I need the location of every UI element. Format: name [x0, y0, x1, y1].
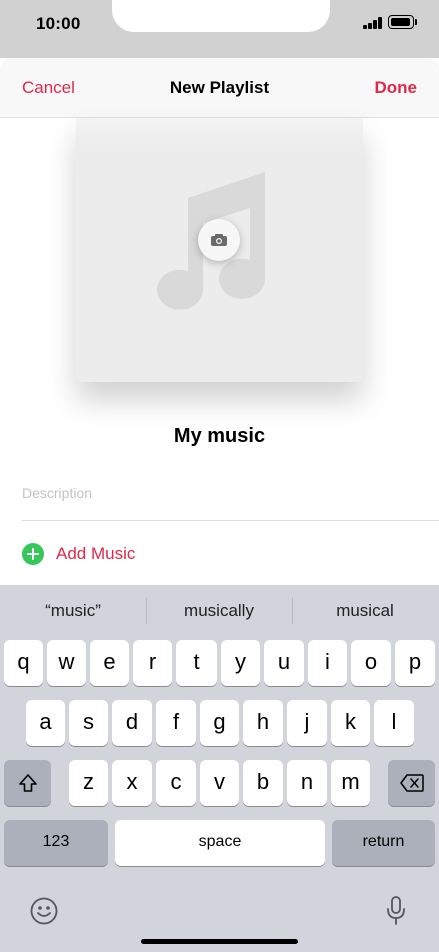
- key-i[interactable]: i: [308, 640, 347, 686]
- key-q[interactable]: q: [4, 640, 43, 686]
- key-p[interactable]: p: [395, 640, 435, 686]
- suggestion-2[interactable]: musically: [146, 601, 292, 621]
- key-w[interactable]: w: [47, 640, 86, 686]
- keyboard: “music” musically musical q w e r t y u …: [0, 585, 439, 952]
- suggestion-bar: “music” musically musical: [0, 585, 439, 637]
- key-m[interactable]: m: [331, 760, 370, 806]
- status-time: 10:00: [36, 14, 81, 33]
- done-button[interactable]: Done: [375, 78, 418, 98]
- emoji-icon[interactable]: [30, 897, 58, 925]
- key-y[interactable]: y: [221, 640, 260, 686]
- key-c[interactable]: c: [156, 760, 196, 806]
- key-x[interactable]: x: [112, 760, 152, 806]
- status-bar: 10:00: [0, 0, 439, 58]
- battery-cap: [415, 19, 417, 25]
- key-o[interactable]: o: [351, 640, 391, 686]
- suggestion-1[interactable]: “music”: [0, 601, 146, 621]
- numbers-key[interactable]: 123: [4, 820, 108, 866]
- key-z[interactable]: z: [69, 760, 108, 806]
- key-s[interactable]: s: [69, 700, 108, 746]
- shift-arrow-icon: [18, 774, 37, 792]
- key-h[interactable]: h: [243, 700, 283, 746]
- key-r[interactable]: r: [133, 640, 172, 686]
- key-n[interactable]: n: [287, 760, 327, 806]
- notch: [112, 0, 330, 32]
- backspace-icon: [399, 774, 424, 792]
- battery-icon: [388, 15, 414, 29]
- playlist-name-field[interactable]: My music: [0, 425, 439, 448]
- return-key[interactable]: return: [332, 820, 435, 866]
- key-g[interactable]: g: [200, 700, 239, 746]
- camera-button[interactable]: [198, 219, 240, 261]
- separator: [22, 520, 439, 521]
- key-u[interactable]: u: [264, 640, 304, 686]
- space-key[interactable]: space: [115, 820, 325, 866]
- key-l[interactable]: l: [374, 700, 414, 746]
- suggestion-3[interactable]: musical: [292, 601, 438, 621]
- key-b[interactable]: b: [243, 760, 283, 806]
- add-music-label: Add Music: [56, 544, 136, 563]
- key-v[interactable]: v: [200, 760, 239, 806]
- microphone-icon[interactable]: [384, 895, 408, 927]
- cellular-signal-icon: [363, 17, 383, 29]
- shift-key[interactable]: [4, 760, 51, 806]
- key-k[interactable]: k: [331, 700, 370, 746]
- key-a[interactable]: a: [26, 700, 65, 746]
- key-f[interactable]: f: [156, 700, 196, 746]
- artwork-top-fade: [76, 118, 363, 148]
- camera-icon: [211, 234, 227, 246]
- key-e[interactable]: e: [90, 640, 129, 686]
- add-icon: [22, 543, 44, 565]
- key-j[interactable]: j: [287, 700, 327, 746]
- delete-key[interactable]: [388, 760, 435, 806]
- home-indicator[interactable]: [141, 939, 298, 944]
- key-d[interactable]: d: [112, 700, 152, 746]
- key-t[interactable]: t: [176, 640, 217, 686]
- description-field[interactable]: [22, 482, 422, 504]
- page-title: New Playlist: [169, 78, 270, 97]
